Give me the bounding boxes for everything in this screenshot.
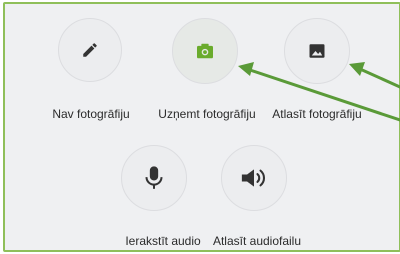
no-photo-button[interactable]	[58, 18, 122, 82]
pencil-icon	[83, 43, 97, 57]
speaker-icon	[241, 169, 265, 187]
record-audio-button[interactable]	[121, 145, 187, 211]
select-audio-button[interactable]	[221, 145, 287, 211]
select-photo-label: Atlasīt fotogrāfiju	[272, 107, 362, 121]
select-photo-button[interactable]	[284, 18, 350, 84]
select-audio-label: Atlasīt audiofailu	[212, 234, 302, 248]
take-photo-button[interactable]	[172, 18, 238, 84]
image-icon	[309, 44, 325, 58]
record-audio-label: Ierakstīt audio	[125, 234, 201, 248]
take-photo-label: Uzņemt fotogrāfiju	[158, 107, 256, 121]
no-photo-label: Nav fotogrāfiju	[52, 107, 130, 121]
camera-icon	[197, 43, 213, 59]
microphone-icon	[145, 166, 163, 189]
